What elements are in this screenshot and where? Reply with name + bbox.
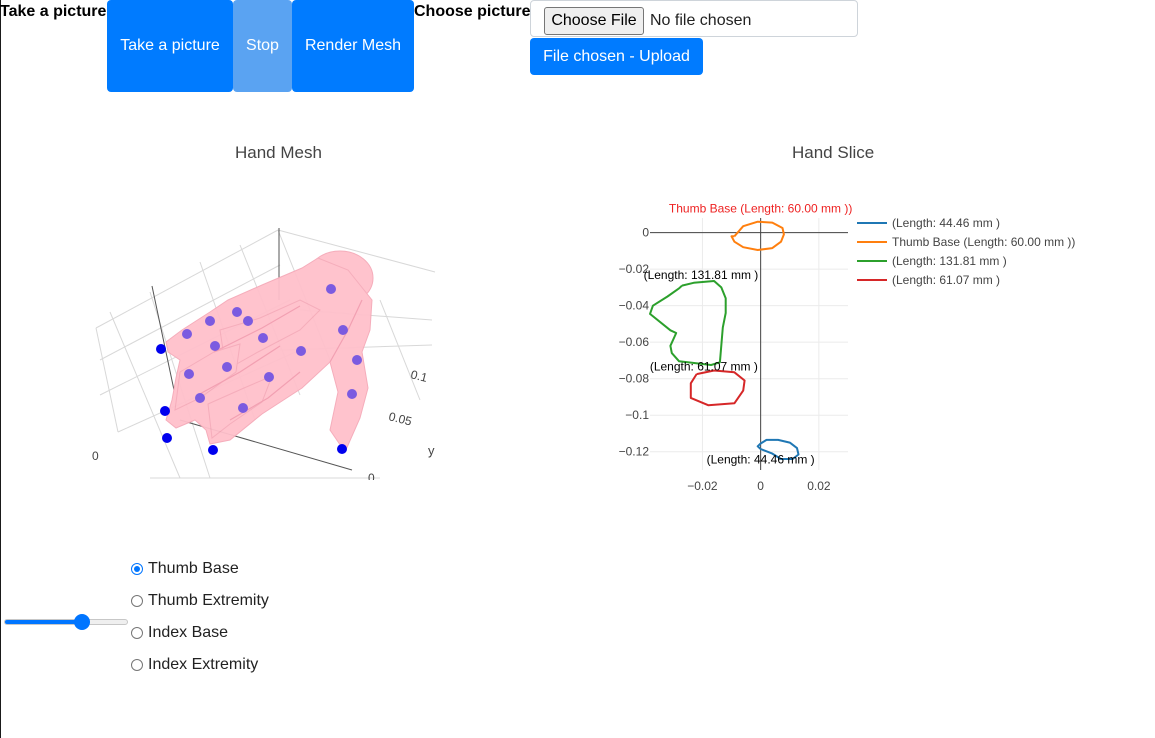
series-annotation: Thumb Base (Length: 60.00 mm )) (669, 202, 852, 216)
hand-mesh-surface (165, 250, 374, 454)
landmark-point (347, 389, 357, 399)
mesh-tick-label: 0 (92, 449, 99, 463)
series-annotation: (Length: 44.46 mm ) (707, 453, 815, 467)
slice-slider-track[interactable] (4, 619, 128, 625)
hand-mesh-3d-plot[interactable]: 0.1 0.05 0 0 y (90, 222, 450, 480)
mesh-tick-label: 0.1 (409, 367, 429, 385)
upload-button[interactable]: File chosen - Upload (530, 38, 703, 75)
landmark-point (352, 355, 362, 365)
series-line (730, 220, 785, 251)
series-annotation: (Length: 61.07 mm ) (650, 359, 758, 373)
y-tick-label: −0.06 (619, 335, 650, 349)
file-input[interactable]: Choose File No file chosen (530, 0, 858, 37)
landmark-point (195, 393, 205, 403)
legend-entry[interactable]: (Length: 61.07 mm ) (892, 273, 1000, 287)
landmark-point (296, 346, 306, 356)
landmark-point (208, 445, 218, 455)
landmark-point (264, 372, 274, 382)
landmark-point (338, 325, 348, 335)
series-annotation: (Length: 131.81 mm ) (644, 268, 759, 282)
slice-series (649, 220, 800, 460)
radio-button[interactable] (131, 563, 143, 575)
window-left-border (0, 0, 1, 738)
mesh-plot-title: Hand Mesh (235, 143, 322, 162)
radio-option-index-base[interactable]: Index Base (130, 623, 228, 643)
landmark-point (232, 307, 242, 317)
hand-slice-plot[interactable]: −0.02 0 0.020−0.02−0.04−0.06−0.08−0.1−0.12… (600, 200, 1100, 500)
radio-option-index-extremity[interactable]: Index Extremity (130, 655, 258, 675)
landmark-point (156, 344, 166, 354)
radio-button[interactable] (131, 595, 143, 607)
mesh-axis-title-y: y (428, 443, 435, 458)
radio-button[interactable] (131, 627, 143, 639)
legend-entry[interactable]: (Length: 131.81 mm ) (892, 254, 1007, 268)
stop-button[interactable]: Stop (233, 0, 292, 92)
landmark-point (205, 316, 215, 326)
radio-option-thumb-extremity[interactable]: Thumb Extremity (130, 591, 269, 611)
radio-label: Thumb Extremity (148, 592, 269, 609)
landmark-point (210, 341, 220, 351)
radio-button[interactable] (131, 659, 143, 671)
take-picture-button[interactable]: Take a picture (107, 0, 233, 92)
y-tick-label: −0.12 (619, 445, 650, 459)
mesh-tick-label: 0.05 (387, 409, 413, 428)
x-tick-label: 0.02 (807, 479, 831, 493)
render-mesh-button[interactable]: Render Mesh (292, 0, 414, 92)
landmark-point (243, 316, 253, 326)
y-tick-label: −0.08 (619, 372, 650, 386)
series-line (689, 369, 746, 407)
legend-entry[interactable]: Thumb Base (Length: 60.00 mm )) (892, 235, 1075, 249)
slice-plot-title: Hand Slice (792, 143, 875, 162)
choose-picture-label: Choose picture (414, 3, 531, 20)
x-tick-label: 0 (757, 479, 764, 493)
radio-label: Thumb Base (148, 560, 239, 577)
landmark-point (337, 444, 347, 454)
radio-label: Index Extremity (148, 656, 259, 673)
radio-label: Index Base (148, 624, 229, 641)
landmark-point (182, 329, 192, 339)
x-tick-label: −0.02 (687, 479, 718, 493)
landmark-point (222, 362, 232, 372)
y-tick-label: 0 (642, 226, 649, 240)
mesh-tick-label: 0 (368, 471, 375, 480)
slice-slider-thumb[interactable] (74, 614, 91, 630)
landmark-point (238, 403, 248, 413)
landmark-point (258, 333, 268, 343)
landmark-point (326, 284, 336, 294)
series-line (649, 280, 727, 366)
landmark-point (162, 433, 172, 443)
y-tick-label: −0.04 (619, 299, 650, 313)
slice-grid (650, 218, 848, 470)
radio-option-thumb-base[interactable]: Thumb Base (130, 559, 239, 579)
file-status-text: No file chosen (650, 12, 752, 29)
y-tick-label: −0.1 (625, 408, 649, 422)
slice-legend[interactable]: (Length: 44.46 mm ) Thumb Base (Length: 6… (857, 216, 1075, 287)
legend-entry[interactable]: (Length: 44.46 mm ) (892, 216, 1000, 230)
choose-file-button[interactable]: Choose File (544, 7, 644, 35)
landmark-point (160, 406, 170, 416)
landmark-point (184, 369, 194, 379)
take-picture-label: Take a picture (0, 3, 107, 20)
